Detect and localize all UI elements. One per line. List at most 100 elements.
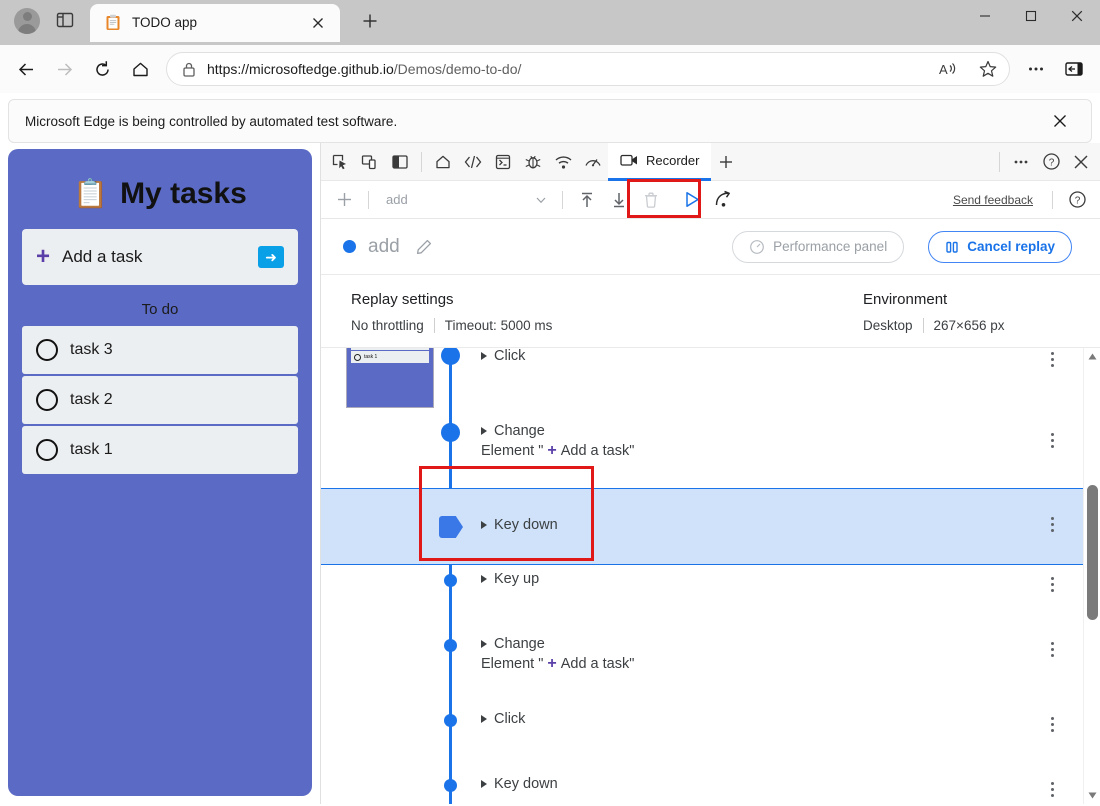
environment-group: Environment Desktop 267×656 px <box>863 291 1078 333</box>
home-button[interactable] <box>122 51 158 87</box>
inspect-element-icon[interactable] <box>325 147 355 177</box>
reload-button[interactable] <box>84 51 120 87</box>
step-row[interactable]: task 2 task 1 Click <box>321 348 1083 413</box>
step-row[interactable]: Change Element " + Add a task" <box>321 630 1083 705</box>
edge-browser-window: TODO app https://microsoftedge.github.io… <box>0 0 1100 806</box>
scrollbar-track[interactable] <box>1084 365 1100 787</box>
step-row[interactable]: Change Element " + Add a task" <box>321 413 1083 488</box>
step-row[interactable]: Click <box>321 705 1083 770</box>
dock-side-icon[interactable] <box>385 147 415 177</box>
throttling-value[interactable]: No throttling <box>351 318 424 333</box>
cancel-replay-button[interactable]: Cancel replay <box>928 230 1072 263</box>
step-title-row[interactable]: Click <box>481 348 525 364</box>
performance-panel-icon[interactable] <box>578 147 608 177</box>
device-emulation-icon[interactable] <box>355 147 385 177</box>
recorder-steps-list[interactable]: task 2 task 1 Click <box>321 348 1100 804</box>
minimize-button[interactable] <box>962 0 1008 32</box>
step-more-options-button[interactable] <box>1043 717 1061 732</box>
step-row-current[interactable]: Key down <box>321 488 1083 565</box>
console-panel-icon[interactable] <box>488 147 518 177</box>
scrollbar-up-arrow[interactable] <box>1084 348 1100 365</box>
devtools-more-options-button[interactable] <box>1006 147 1036 177</box>
expand-caret-icon[interactable] <box>481 640 487 648</box>
infobar-close-button[interactable] <box>1045 106 1075 136</box>
step-more-options-button[interactable] <box>1043 352 1061 367</box>
step-title-row[interactable]: Click <box>481 711 525 727</box>
task-list-item[interactable]: task 1 <box>22 426 298 474</box>
scrollbar-down-arrow[interactable] <box>1084 787 1100 804</box>
step-title-row[interactable]: Key down <box>481 517 558 533</box>
expand-caret-icon[interactable] <box>481 715 487 723</box>
performance-panel-button[interactable]: Performance panel <box>732 230 905 263</box>
expand-caret-icon[interactable] <box>481 780 487 788</box>
scrollbar-thumb[interactable] <box>1087 485 1098 620</box>
close-icon <box>1071 10 1083 22</box>
tab-close-button[interactable] <box>306 11 330 35</box>
export-recording-button[interactable] <box>572 186 602 214</box>
expand-caret-icon[interactable] <box>481 427 487 435</box>
timeout-value[interactable]: Timeout: 5000 ms <box>445 318 553 333</box>
step-more-options-button[interactable] <box>1043 782 1061 797</box>
read-aloud-button[interactable]: A <box>933 54 963 84</box>
step-body: Click <box>481 348 525 364</box>
value-divider <box>433 318 435 333</box>
recorder-help-button[interactable]: ? <box>1062 186 1092 214</box>
send-feedback-link[interactable]: Send feedback <box>953 193 1033 207</box>
step-row[interactable]: Key up <box>321 565 1083 630</box>
step-title-row[interactable]: Key up <box>481 571 539 587</box>
task-list-item[interactable]: task 2 <box>22 376 298 424</box>
expand-caret-icon[interactable] <box>481 521 487 529</box>
expand-caret-icon[interactable] <box>481 575 487 583</box>
network-panel-icon[interactable] <box>548 147 578 177</box>
profile-avatar-button[interactable] <box>10 4 44 38</box>
sidebar-toggle-button[interactable] <box>1056 51 1092 87</box>
replay-button[interactable] <box>676 186 706 214</box>
back-button[interactable] <box>8 51 44 87</box>
tab-actions-button[interactable] <box>50 5 80 35</box>
add-task-submit-button[interactable]: ➜ <box>258 246 284 268</box>
recording-select[interactable]: add <box>378 188 553 212</box>
add-favorite-button[interactable] <box>973 54 1003 84</box>
plus-icon: + <box>547 442 557 459</box>
create-recording-button[interactable] <box>329 186 359 214</box>
step-title-row[interactable]: Change <box>481 423 634 439</box>
sources-debugger-icon[interactable] <box>518 147 548 177</box>
import-recording-button[interactable] <box>604 186 634 214</box>
step-subtitle: Element " + Add a task" <box>481 442 634 460</box>
step-title-row[interactable]: Change <box>481 636 634 652</box>
delete-recording-button[interactable] <box>636 186 666 214</box>
tab-recorder[interactable]: Recorder <box>608 142 712 181</box>
url-input[interactable]: https://microsoftedge.github.io/Demos/de… <box>166 52 1010 86</box>
browser-tab[interactable]: TODO app <box>90 3 340 42</box>
maximize-button[interactable] <box>1008 0 1054 32</box>
step-body: Key down <box>481 489 558 533</box>
task-checkbox-icon[interactable] <box>36 439 58 461</box>
step-title-row[interactable]: Key down <box>481 776 558 792</box>
environment-title: Environment <box>863 291 948 308</box>
recorder-camera-icon <box>620 154 637 166</box>
devtools-help-button[interactable]: ? <box>1036 147 1066 177</box>
expand-caret-icon[interactable] <box>481 352 487 360</box>
step-more-options-button[interactable] <box>1043 577 1061 592</box>
browser-settings-button[interactable] <box>1018 51 1054 87</box>
replay-with-performance-button[interactable] <box>708 186 738 214</box>
task-checkbox-icon[interactable] <box>36 389 58 411</box>
step-more-options-button[interactable] <box>1043 433 1061 448</box>
welcome-home-icon[interactable] <box>428 147 458 177</box>
forward-button[interactable] <box>46 51 82 87</box>
value-divider <box>922 318 924 333</box>
dot <box>1050 583 1054 586</box>
step-more-options-button[interactable] <box>1043 642 1061 657</box>
add-task-input[interactable]: + Add a task ➜ <box>22 229 298 285</box>
devtools-close-button[interactable] <box>1066 147 1096 177</box>
steps-scrollbar[interactable] <box>1083 348 1100 804</box>
step-more-options-button[interactable] <box>1043 517 1061 532</box>
close-window-button[interactable] <box>1054 0 1100 32</box>
edit-recording-name-button[interactable] <box>412 235 436 259</box>
elements-panel-icon[interactable] <box>458 147 488 177</box>
step-row[interactable]: Key down <box>321 770 1083 804</box>
new-tab-button[interactable] <box>354 5 386 37</box>
task-list-item[interactable]: task 3 <box>22 326 298 374</box>
add-panel-button[interactable] <box>711 147 741 177</box>
task-checkbox-icon[interactable] <box>36 339 58 361</box>
